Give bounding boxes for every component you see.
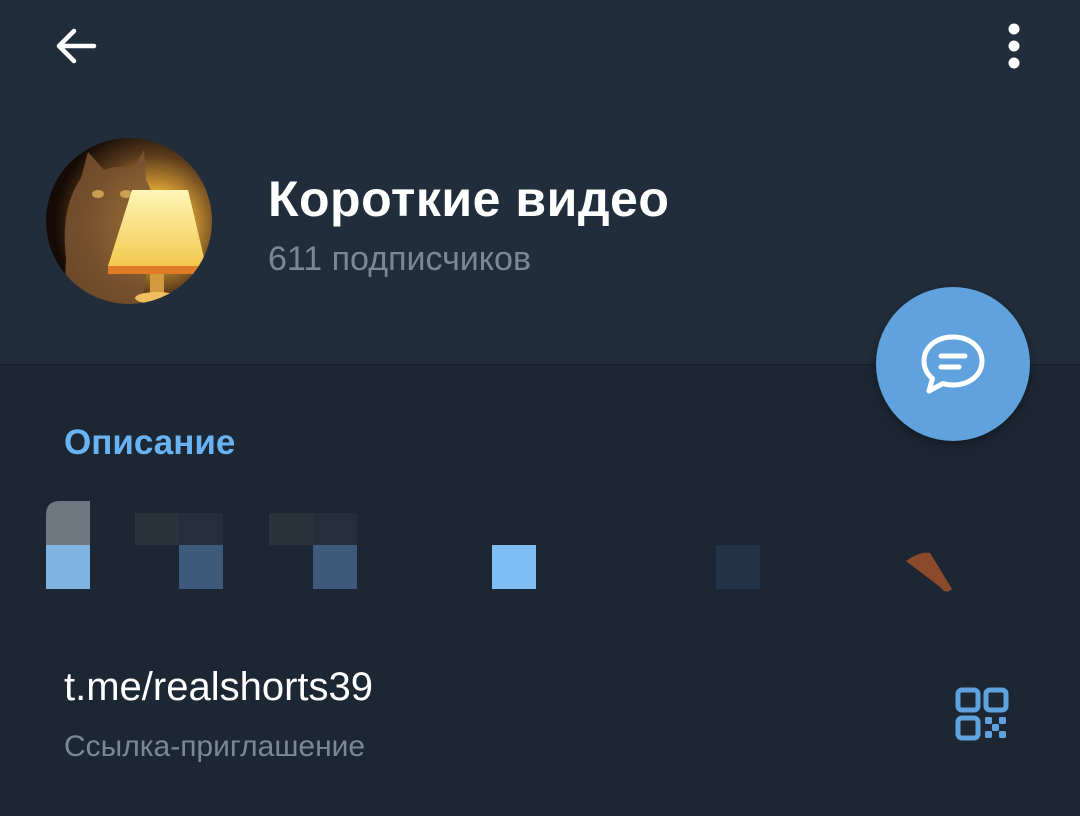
more-vertical-icon bbox=[1008, 23, 1020, 69]
description-label: Описание bbox=[64, 423, 236, 462]
more-options-button[interactable] bbox=[986, 14, 1042, 78]
avatar-photo bbox=[46, 138, 212, 304]
invite-link-caption: Ссылка-приглашение bbox=[64, 730, 366, 763]
description-text-obscured bbox=[40, 495, 1000, 605]
discussion-button[interactable] bbox=[876, 287, 1030, 441]
qr-code-button[interactable] bbox=[944, 676, 1020, 752]
arrow-left-icon bbox=[56, 28, 97, 64]
obscured-text-blocks bbox=[46, 501, 952, 592]
subscriber-count: 611 подписчиков bbox=[268, 240, 532, 278]
qr-code-icon bbox=[955, 687, 1009, 741]
back-button[interactable] bbox=[40, 18, 112, 74]
channel-avatar[interactable] bbox=[46, 138, 212, 304]
chat-bubble-icon bbox=[921, 334, 985, 394]
channel-title: Короткие видео bbox=[268, 171, 670, 227]
invite-link[interactable]: t.me/realshorts39 bbox=[64, 660, 373, 714]
